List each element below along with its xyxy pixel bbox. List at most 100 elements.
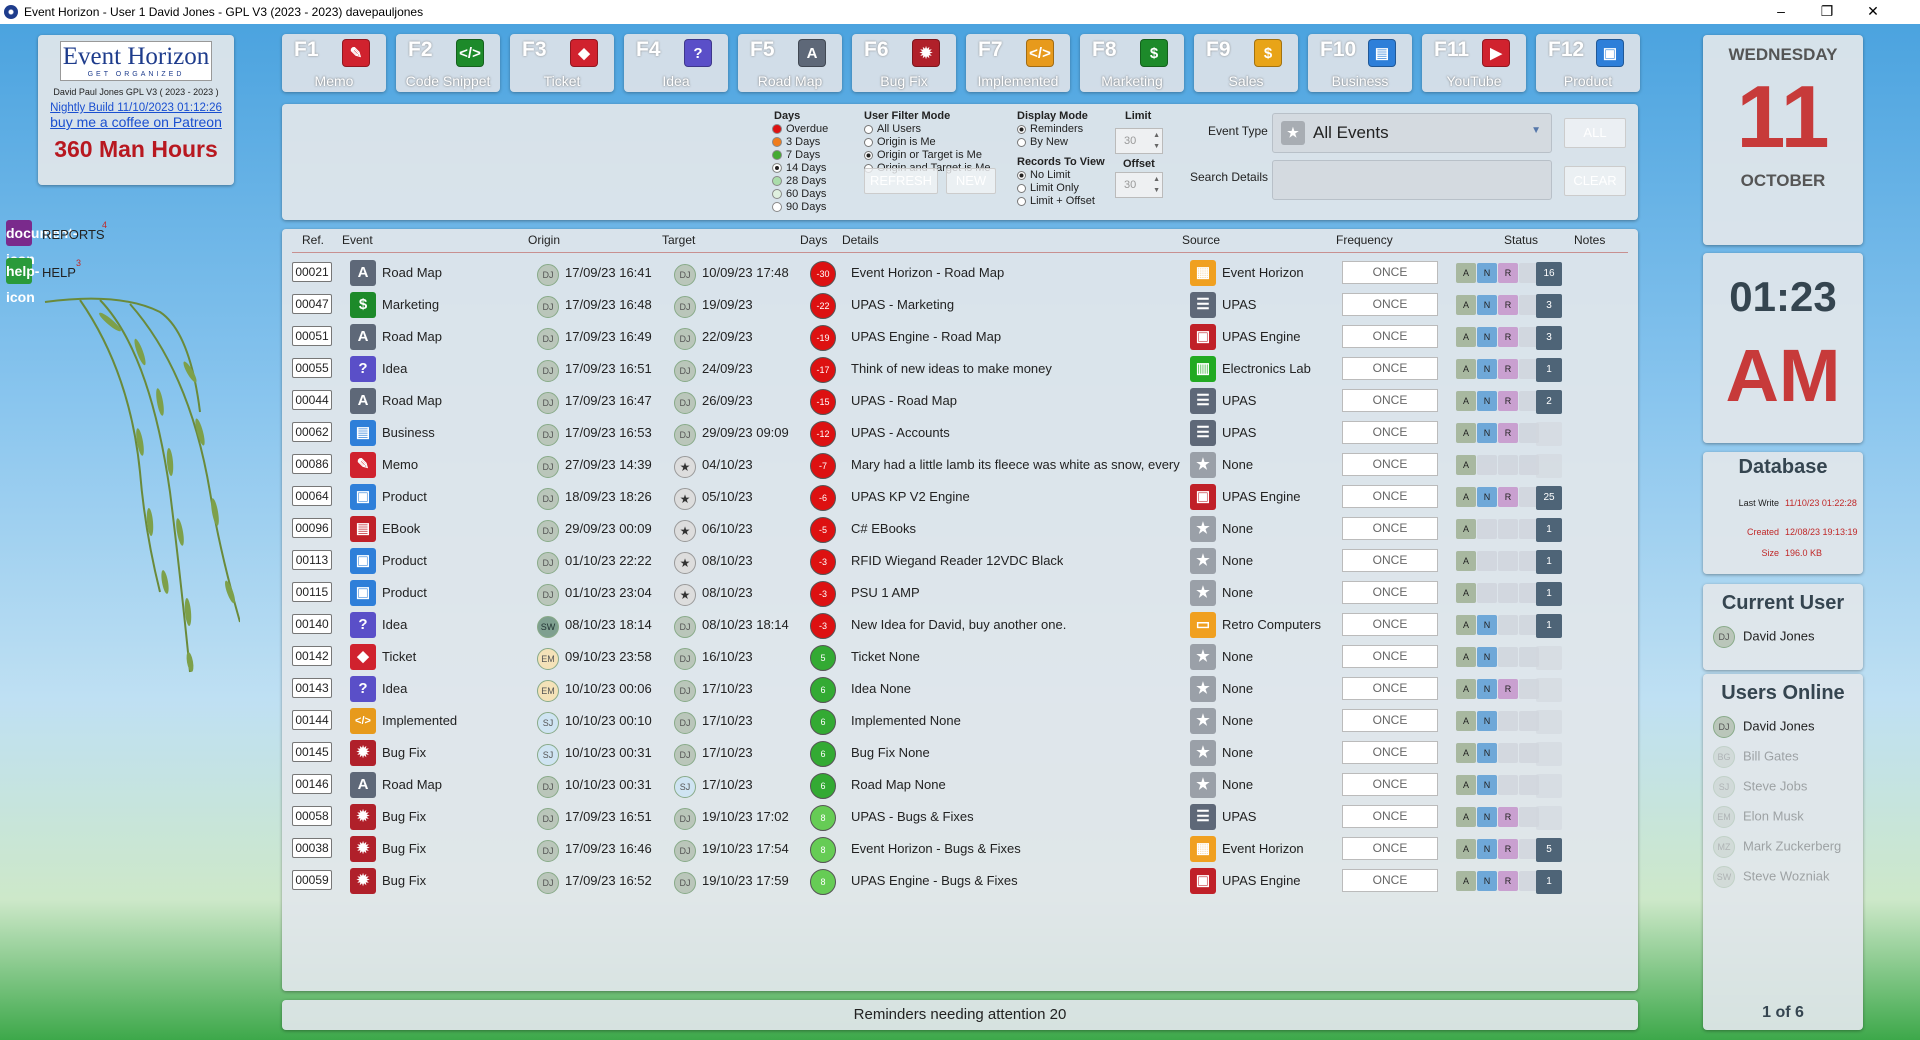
days-option[interactable]: 3 Days (772, 136, 820, 149)
table-row[interactable]: 00140? Idea SW 08/10/23 18:14 DJ 08/10/23 18:… (292, 608, 1632, 640)
status-r[interactable]: R (1498, 263, 1518, 283)
notes-count[interactable] (1536, 422, 1562, 446)
patreon-link[interactable]: buy me a coffee on Patreon (38, 114, 234, 130)
notes-count[interactable]: 1 (1536, 550, 1562, 574)
fkey-f10[interactable]: F10 ▤ Business (1308, 34, 1412, 92)
status-r[interactable] (1498, 647, 1518, 667)
frequency-field[interactable]: ONCE (1342, 773, 1438, 796)
notes-count[interactable]: 3 (1536, 326, 1562, 350)
table-row[interactable]: 00145 ✹ Bug Fix SJ 10/10/23 00:31 DJ 17/10/23 6… (292, 736, 1632, 768)
table-row[interactable]: 00143? Idea EM 10/10/23 00:06 DJ 17/10/23 6 Ide… (292, 672, 1632, 704)
table-row[interactable]: 00051 A Road Map DJ 17/09/23 16:49 DJ 22/09/23… (292, 320, 1632, 352)
frequency-field[interactable]: ONCE (1342, 805, 1438, 828)
notes-count[interactable]: 16 (1536, 262, 1562, 286)
notes-count[interactable]: 2 (1536, 390, 1562, 414)
frequency-field[interactable]: ONCE (1342, 837, 1438, 860)
status-a[interactable]: A (1456, 711, 1476, 731)
notes-count[interactable]: 5 (1536, 838, 1562, 862)
status-a[interactable]: A (1456, 391, 1476, 411)
user-online-item[interactable]: BG Bill Gates (1713, 746, 1799, 768)
status-r[interactable] (1498, 775, 1518, 795)
status-n[interactable]: N (1477, 359, 1497, 379)
status-a[interactable]: A (1456, 327, 1476, 347)
status-n[interactable] (1477, 519, 1497, 539)
search-input[interactable] (1272, 160, 1552, 200)
event-type-dropdown[interactable]: ★ All Events ▼ (1272, 113, 1552, 153)
table-row[interactable]: 00113 ▣ Product DJ 01/10/23 22:22 ★ 08/10/23 -3… (292, 544, 1632, 576)
notes-count[interactable]: 1 (1536, 582, 1562, 606)
display-option[interactable]: Reminders (1017, 123, 1083, 136)
notes-count[interactable]: 3 (1536, 294, 1562, 318)
current-user[interactable]: DJ David Jones (1713, 626, 1815, 648)
frequency-field[interactable]: ONCE (1342, 517, 1438, 540)
user-online-item[interactable]: SW Steve Wozniak (1713, 866, 1829, 888)
status-n[interactable]: N (1477, 423, 1497, 443)
status-r[interactable]: R (1498, 487, 1518, 507)
status-r[interactable] (1498, 711, 1518, 731)
table-row[interactable]: 00086 ✎ Memo DJ 27/09/23 14:39 ★ 04/10/23 -7 Mar… (292, 448, 1632, 480)
status-a[interactable]: A (1456, 615, 1476, 635)
table-row[interactable]: 00058 ✹ Bug Fix DJ 17/09/23 16:51 DJ 19/10/23 … (292, 800, 1632, 832)
nightly-build-link[interactable]: Nightly Build 11/10/2023 01:12:26 (38, 102, 234, 114)
status-r[interactable]: R (1498, 327, 1518, 347)
status-r[interactable] (1498, 551, 1518, 571)
new-button[interactable]: NEW (946, 168, 996, 194)
notes-count[interactable] (1536, 454, 1562, 478)
table-row[interactable]: 00044 A Road Map DJ 17/09/23 16:47 DJ 26/09/23… (292, 384, 1632, 416)
status-a[interactable]: A (1456, 807, 1476, 827)
status-r[interactable] (1498, 583, 1518, 603)
frequency-field[interactable]: ONCE (1342, 357, 1438, 380)
fkey-f6[interactable]: F6 ✹ Bug Fix (852, 34, 956, 92)
days-option[interactable]: 28 Days (772, 175, 826, 188)
status-r[interactable]: R (1498, 423, 1518, 443)
notes-count[interactable] (1536, 710, 1562, 734)
offset-stepper[interactable]: 30 (1115, 172, 1163, 198)
fkey-f11[interactable]: F11 ▶ YouTube (1422, 34, 1526, 92)
frequency-field[interactable]: ONCE (1342, 261, 1438, 284)
status-a[interactable]: A (1456, 871, 1476, 891)
status-a[interactable]: A (1456, 647, 1476, 667)
status-n[interactable]: N (1477, 871, 1497, 891)
status-a[interactable]: A (1456, 775, 1476, 795)
status-a[interactable]: A (1456, 359, 1476, 379)
status-n[interactable]: N (1477, 647, 1497, 667)
status-r[interactable]: R (1498, 391, 1518, 411)
status-n[interactable]: N (1477, 679, 1497, 699)
user-filter-option[interactable]: Origin is Me (864, 136, 936, 149)
notes-count[interactable] (1536, 774, 1562, 798)
column-header[interactable]: Status (1504, 233, 1538, 247)
status-n[interactable] (1477, 455, 1497, 475)
notes-count[interactable]: 1 (1536, 870, 1562, 894)
table-row[interactable]: 00064 ▣ Product DJ 18/09/23 18:26 ★ 05/10/23 -6… (292, 480, 1632, 512)
status-n[interactable]: N (1477, 711, 1497, 731)
status-a[interactable]: A (1456, 679, 1476, 699)
column-header[interactable]: Ref. (302, 233, 324, 247)
display-option[interactable]: By New (1017, 136, 1068, 149)
status-n[interactable]: N (1477, 839, 1497, 859)
frequency-field[interactable]: ONCE (1342, 645, 1438, 668)
fkey-f5[interactable]: F5 A Road Map (738, 34, 842, 92)
status-n[interactable]: N (1477, 775, 1497, 795)
status-r[interactable]: R (1498, 871, 1518, 891)
frequency-field[interactable]: ONCE (1342, 293, 1438, 316)
table-row[interactable]: 00115 ▣ Product DJ 01/10/23 23:04 ★ 08/10/23 -3… (292, 576, 1632, 608)
status-n[interactable]: N (1477, 487, 1497, 507)
column-header[interactable]: Source (1182, 233, 1220, 247)
column-header[interactable]: Event (342, 233, 373, 247)
status-a[interactable]: A (1456, 487, 1476, 507)
status-r[interactable] (1498, 455, 1518, 475)
status-n[interactable] (1477, 551, 1497, 571)
user-filter-option[interactable]: Origin or Target is Me (864, 149, 982, 162)
frequency-field[interactable]: ONCE (1342, 581, 1438, 604)
notes-count[interactable]: 1 (1536, 358, 1562, 382)
status-r[interactable]: R (1498, 839, 1518, 859)
frequency-field[interactable]: ONCE (1342, 453, 1438, 476)
days-option[interactable]: Overdue (772, 123, 828, 136)
frequency-field[interactable]: ONCE (1342, 709, 1438, 732)
status-a[interactable]: A (1456, 839, 1476, 859)
table-row[interactable]: 00038 ✹ Bug Fix DJ 17/09/23 16:46 DJ 19/10/23 … (292, 832, 1632, 864)
limit-stepper[interactable]: 30 (1115, 128, 1163, 154)
frequency-field[interactable]: ONCE (1342, 485, 1438, 508)
fkey-f7[interactable]: F7 </> Implemented (966, 34, 1070, 92)
status-r[interactable]: R (1498, 359, 1518, 379)
